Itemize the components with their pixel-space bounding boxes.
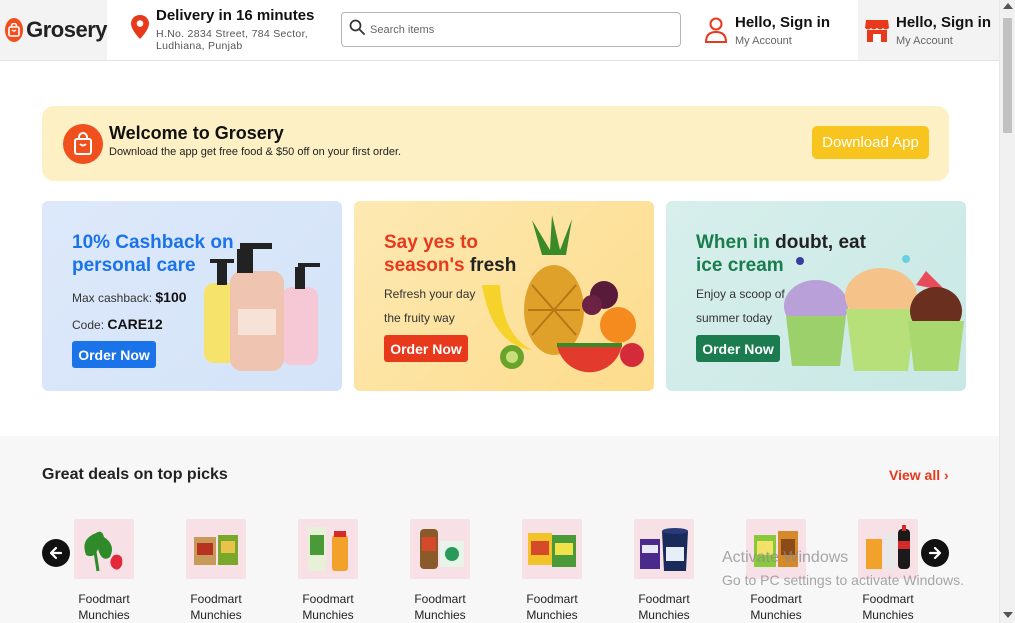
delivery-address: H.No. 2834 Street, 784 Sector, Ludhiana,… (156, 28, 309, 52)
product-name-line-1: Foodmart (638, 592, 690, 606)
product-name: Foodmart Munchies (731, 591, 821, 623)
product-name: Foodmart Munchies (283, 591, 373, 623)
welcome-banner: Welcome to Grosery Download the app get … (42, 106, 949, 181)
product-image (858, 519, 918, 579)
promo-line-1: Enjoy a scoop of (696, 287, 785, 301)
order-now-button[interactable]: Order Now (384, 335, 468, 362)
product-name-line-2: Munchies (750, 608, 802, 622)
welcome-subtitle: Download the app get free food & $50 off… (109, 146, 402, 158)
product-name-line-1: Foodmart (750, 592, 802, 606)
product-image (522, 519, 582, 579)
product-name-line-1: Foodmart (190, 592, 242, 606)
product-card[interactable]: Foodmart Munchies (619, 519, 709, 623)
logo-text: Grosery (26, 17, 107, 42)
logo[interactable]: Grosery (0, 0, 107, 60)
shopping-bag-icon (5, 18, 24, 42)
product-name-line-2: Munchies (862, 608, 914, 622)
product-name-line-2: Munchies (78, 608, 130, 622)
promo-title-rest: personal care (72, 255, 196, 276)
ice-cream-cups-image (784, 255, 964, 371)
product-image (186, 519, 246, 579)
product-card[interactable]: Foodmart Munchies (283, 519, 373, 623)
delivery-time: Delivery in 16 minutes (156, 7, 315, 24)
product-name: Foodmart Munchies (59, 591, 149, 623)
product-card[interactable]: Foodmart Munchies (507, 519, 597, 623)
product-name: Foodmart Munchies (619, 591, 709, 623)
promo-code-line: Code: CARE12 (72, 316, 163, 332)
product-name-line-2: Munchies (414, 608, 466, 622)
product-name-line-2: Munchies (638, 608, 690, 622)
product-name-line-1: Foodmart (862, 592, 914, 606)
product-card[interactable]: Foodmart Munchies (395, 519, 485, 623)
user-icon (702, 16, 730, 44)
promo-card-ice-cream[interactable]: When in doubt, eat ice cream Enjoy a sco… (666, 201, 966, 391)
carousel-next-button[interactable] (921, 539, 949, 567)
product-name-line-1: Foodmart (526, 592, 578, 606)
promo-card-fresh-fruits[interactable]: Say yes to season's fresh Refresh your d… (354, 201, 654, 391)
shopping-bag-icon (63, 124, 103, 164)
product-name-line-2: Munchies (526, 608, 578, 622)
download-app-button[interactable]: Download App (812, 126, 929, 159)
fruits-image (482, 215, 644, 373)
scroll-down-arrow-icon[interactable] (1003, 612, 1013, 618)
product-card[interactable]: Foodmart Munchies (731, 519, 821, 623)
product-name-line-1: Foodmart (78, 592, 130, 606)
promo-code-label: Code: (72, 318, 108, 332)
promo-title-highlight: Say yes to (384, 232, 478, 253)
section-title: Great deals on top picks (42, 466, 228, 483)
promo-line-2: summer today (696, 311, 773, 325)
order-now-button[interactable]: Order Now (72, 341, 156, 368)
product-image (634, 519, 694, 579)
search-icon (349, 19, 365, 40)
search-input[interactable] (370, 23, 650, 36)
store-account-subtitle: My Account (896, 34, 953, 47)
page-scrollbar[interactable] (999, 0, 1015, 623)
promo-title-highlight: When in (696, 232, 770, 253)
product-name-line-2: Munchies (190, 608, 242, 622)
welcome-title: Welcome to Grosery (109, 123, 284, 143)
promo-cashback-label: Max cashback: (72, 291, 156, 305)
account-sign-in[interactable]: Hello, Sign in My Account (702, 0, 852, 60)
top-picks-section: Great deals on top picks View all › Food… (0, 436, 999, 623)
product-name-line-1: Foodmart (414, 592, 466, 606)
product-name: Foodmart Munchies (395, 591, 485, 623)
scroll-thumb[interactable] (1003, 18, 1012, 133)
product-name: Foodmart Munchies (171, 591, 261, 623)
order-now-button[interactable]: Order Now (696, 335, 780, 362)
account-subtitle: My Account (735, 34, 792, 47)
account-title: Hello, Sign in (735, 13, 831, 31)
scroll-up-arrow-icon[interactable] (1003, 3, 1013, 9)
promo-card-personal-care[interactable]: 10% Cashback on personal care Max cashba… (42, 201, 342, 391)
location-pin-icon (130, 14, 150, 45)
promo-cashback-value: $100 (155, 289, 187, 305)
product-card[interactable]: Foodmart Munchies (843, 519, 933, 623)
promo-title-highlight-2: ice cream (696, 255, 784, 276)
view-all-label: View all (889, 467, 941, 483)
product-name-line-1: Foodmart (302, 592, 354, 606)
top-header: Grosery Delivery in 16 minutes H.No. 283… (0, 0, 999, 61)
promo-line-2: the fruity way (384, 311, 455, 325)
product-card[interactable]: Foodmart Munchies (59, 519, 149, 623)
product-name-line-2: Munchies (302, 608, 354, 622)
store-account-sign-in[interactable]: Hello, Sign in My Account (858, 0, 999, 60)
promo-line-1: Refresh your day (384, 287, 476, 301)
product-image (410, 519, 470, 579)
product-image (74, 519, 134, 579)
arrow-right-icon (928, 546, 942, 560)
product-name: Foodmart Munchies (843, 591, 933, 623)
body-wash-bottles-image (204, 243, 320, 371)
search-bar[interactable] (341, 12, 681, 47)
store-account-title: Hello, Sign in (896, 13, 992, 31)
product-image (298, 519, 358, 579)
promo-title-highlight-2: season's (384, 255, 465, 276)
store-icon (863, 17, 891, 43)
chevron-right-icon: › (944, 467, 949, 483)
promo-cashback-line: Max cashback: $100 (72, 289, 187, 305)
product-image (746, 519, 806, 579)
product-name: Foodmart Munchies (507, 591, 597, 623)
view-all-link[interactable]: View all › (889, 467, 949, 483)
promo-code-value: CARE12 (107, 316, 163, 332)
product-card[interactable]: Foodmart Munchies (171, 519, 261, 623)
delivery-location[interactable]: Delivery in 16 minutes H.No. 2834 Street… (130, 7, 330, 57)
